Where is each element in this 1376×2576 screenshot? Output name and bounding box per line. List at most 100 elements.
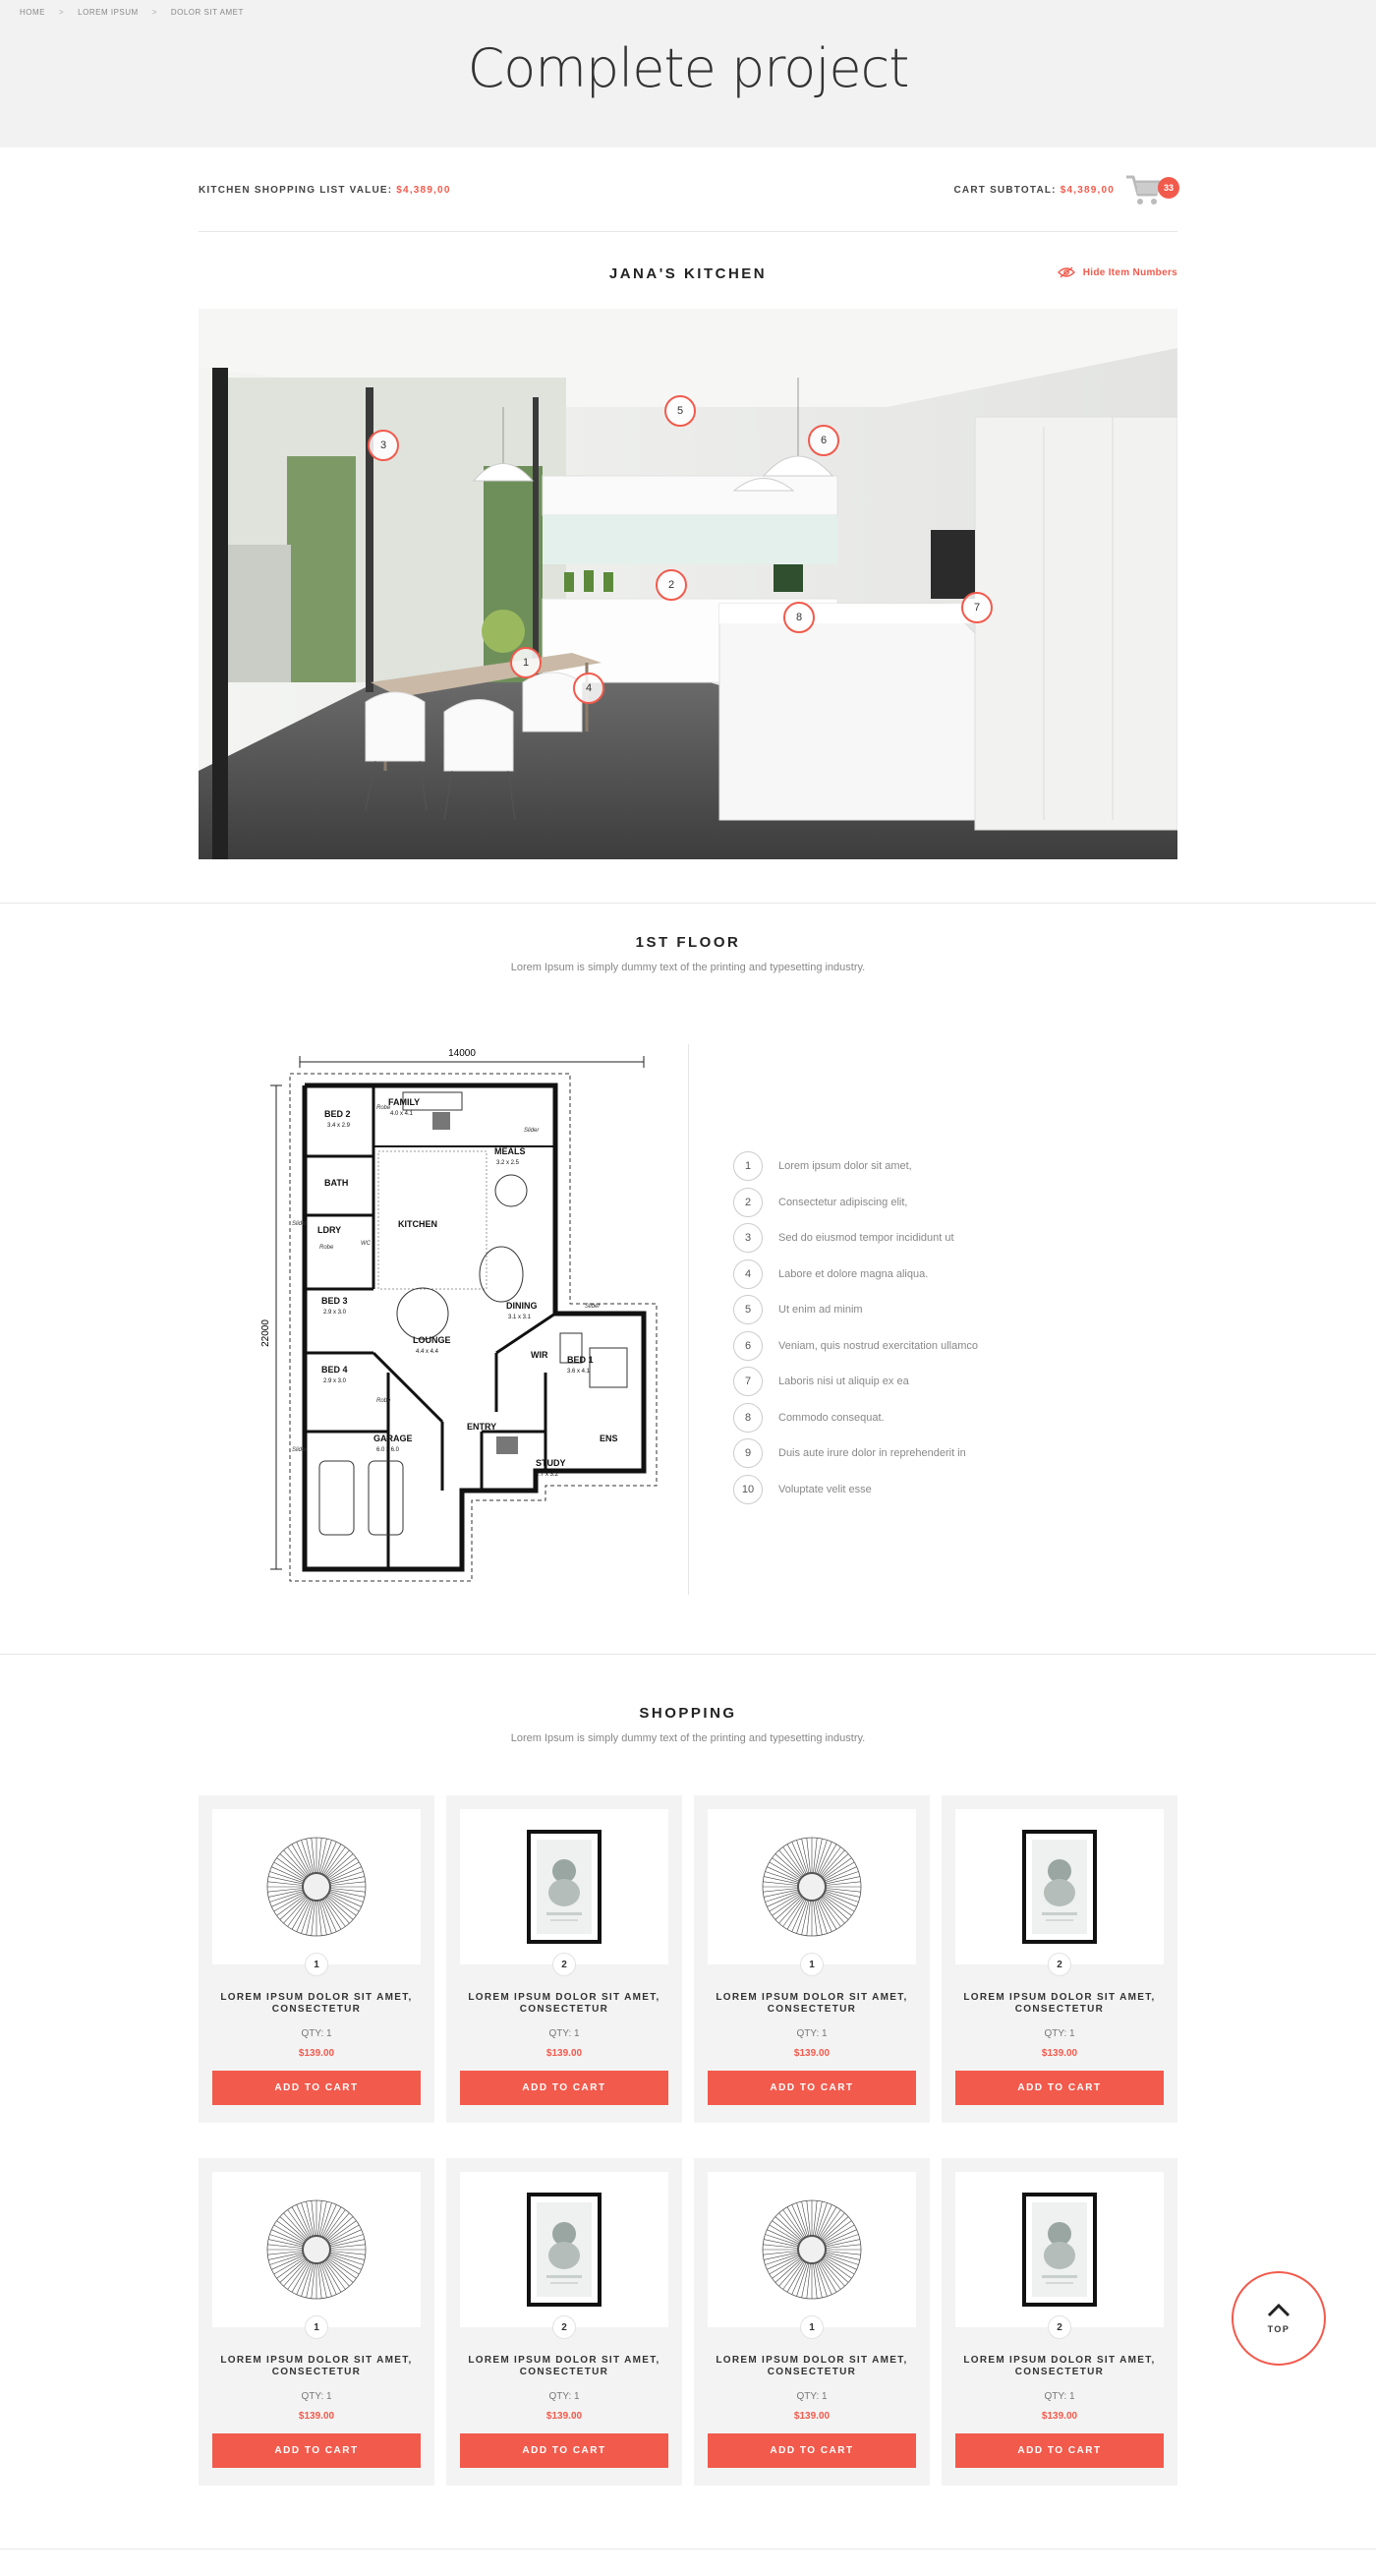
hide-item-numbers-link[interactable]: Hide Item Numbers — [1057, 266, 1177, 278]
hotspot-7[interactable]: 7 — [961, 592, 993, 623]
product-name[interactable]: LOREM IPSUM DOLOR SIT AMET, CONSECTETUR — [708, 2355, 916, 2378]
room-label: WIR — [531, 1350, 548, 1360]
floor-plan: 14000 22000 BED 2 3.4 x 2.9 FAMILY 4.0 x… — [251, 1038, 663, 1589]
plan-note: Robe — [376, 1398, 391, 1404]
shopping-list-value: KITCHEN SHOPPING LIST VALUE: $4,389,00 — [199, 185, 451, 196]
back-to-top-button[interactable]: TOP — [1232, 2271, 1326, 2366]
add-to-cart-button[interactable]: ADD TO CART — [460, 2071, 668, 2105]
shopping-list-label: KITCHEN SHOPPING LIST VALUE: — [199, 185, 393, 196]
legend-item: 7 Laboris nisi ut aliquip ex ea — [733, 1364, 978, 1400]
legend-item: 3 Sed do eiusmod tempor incididunt ut — [733, 1220, 978, 1257]
product-card: 2 LOREM IPSUM DOLOR SIT AMET, CONSECTETUR… — [446, 2158, 682, 2486]
round-mirror-image — [762, 1837, 862, 1937]
hotspot-6[interactable]: 6 — [808, 425, 839, 456]
room-size-label: 4.4 x 4.4 — [416, 1349, 439, 1355]
product-image[interactable] — [212, 2172, 421, 2327]
legend-number: 5 — [733, 1295, 763, 1325]
legend-text: Veniam, quis nostrud exercitation ullamc… — [778, 1339, 978, 1352]
product-name[interactable]: LOREM IPSUM DOLOR SIT AMET, CONSECTETUR — [955, 2355, 1164, 2378]
hotspot-2[interactable]: 2 — [656, 569, 687, 601]
product-quantity: QTY: 1 — [796, 2391, 828, 2402]
legend-text: Duis aute irure dolor in reprehenderit i… — [778, 1447, 966, 1460]
legend-number: 3 — [733, 1223, 763, 1254]
product-price: $139.00 — [793, 2411, 831, 2422]
section-divider — [0, 1654, 1376, 1655]
breadcrumb-separator: > — [151, 8, 157, 17]
product-price: $139.00 — [1041, 2411, 1078, 2422]
product-card: 1 LOREM IPSUM DOLOR SIT AMET, CONSECTETUR… — [199, 2158, 434, 2486]
product-image[interactable] — [955, 1809, 1164, 1964]
floor-plan-drawing: 14000 22000 BED 2 3.4 x 2.9 FAMILY 4.0 x… — [260, 1048, 658, 1582]
product-image[interactable] — [955, 2172, 1164, 2327]
plan-note: Slider — [292, 1221, 308, 1227]
room-size-label: 2.7 x 3.2 — [536, 1472, 559, 1478]
plan-note: Slider — [585, 1304, 601, 1310]
room-label: LOUNGE — [413, 1335, 451, 1345]
product-quantity: QTY: 1 — [548, 2391, 580, 2402]
product-price: $139.00 — [298, 2048, 335, 2059]
section-divider — [0, 2548, 1376, 2549]
add-to-cart-button[interactable]: ADD TO CART — [460, 2433, 668, 2468]
plan-note: Robe — [376, 1105, 391, 1111]
room-label: ENTRY — [467, 1422, 496, 1432]
room-size-label: 2.9 x 3.0 — [323, 1310, 347, 1316]
legend-number: 10 — [733, 1474, 763, 1504]
product-price: $139.00 — [545, 2411, 583, 2422]
product-quantity: QTY: 1 — [301, 2028, 332, 2039]
page-header: HOME > LOREM IPSUM > DOLOR SIT AMET Comp… — [0, 0, 1376, 147]
add-to-cart-button[interactable]: ADD TO CART — [955, 2071, 1164, 2105]
product-image[interactable] — [708, 2172, 916, 2327]
cart-button[interactable]: 33 — [1124, 173, 1179, 212]
legend-item: 4 Labore et dolore magna aliqua. — [733, 1257, 978, 1293]
product-quantity: QTY: 1 — [796, 2028, 828, 2039]
product-name[interactable]: LOREM IPSUM DOLOR SIT AMET, CONSECTETUR — [212, 1992, 421, 2016]
legend-number: 9 — [733, 1438, 763, 1469]
kitchen-photo: 1 2 3 4 5 6 7 8 — [199, 309, 1177, 859]
breadcrumb-home[interactable]: HOME — [20, 8, 45, 17]
product-item-number: 2 — [1048, 2315, 1071, 2339]
cart-subtotal-amount: $4,389,00 — [1060, 185, 1115, 196]
product-name[interactable]: LOREM IPSUM DOLOR SIT AMET, CONSECTETUR — [955, 1992, 1164, 2016]
room-label: FAMILY — [388, 1097, 420, 1107]
room-label: DINING — [506, 1301, 538, 1311]
product-name[interactable]: LOREM IPSUM DOLOR SIT AMET, CONSECTETUR — [708, 1992, 916, 2016]
room-size-label: 2.9 x 3.0 — [323, 1378, 347, 1384]
hotspot-4[interactable]: 4 — [573, 673, 604, 704]
product-quantity: QTY: 1 — [1044, 2028, 1075, 2039]
section-divider — [0, 903, 1376, 904]
hotspot-5[interactable]: 5 — [664, 395, 696, 427]
hotspot-3[interactable]: 3 — [368, 430, 399, 461]
legend-item: 5 Ut enim ad minim — [733, 1292, 978, 1328]
add-to-cart-button[interactable]: ADD TO CART — [708, 2071, 916, 2105]
add-to-cart-button[interactable]: ADD TO CART — [212, 2071, 421, 2105]
legend-text: Laboris nisi ut aliquip ex ea — [778, 1376, 909, 1388]
room-label: STUDY — [536, 1458, 566, 1468]
legend-text: Sed do eiusmod tempor incididunt ut — [778, 1232, 954, 1245]
product-name[interactable]: LOREM IPSUM DOLOR SIT AMET, CONSECTETUR — [460, 1992, 668, 2016]
plan-width-label: 14000 — [448, 1048, 476, 1059]
product-item-number: 2 — [552, 1953, 576, 1976]
product-quantity: QTY: 1 — [1044, 2391, 1075, 2402]
round-mirror-image — [762, 2199, 862, 2300]
product-row: 1 LOREM IPSUM DOLOR SIT AMET, CONSECTETUR… — [199, 1795, 1181, 2123]
room-size-label: 4.0 x 4.1 — [390, 1111, 414, 1117]
product-image[interactable] — [708, 1809, 916, 1964]
product-card: 2 LOREM IPSUM DOLOR SIT AMET, CONSECTETUR… — [942, 2158, 1177, 2486]
product-image[interactable] — [460, 2172, 668, 2327]
product-image[interactable] — [460, 1809, 668, 1964]
floor-legend: 1 Lorem ipsum dolor sit amet, 2 Consectetur… — [733, 1148, 978, 1507]
breadcrumb-lorem[interactable]: LOREM IPSUM — [78, 8, 139, 17]
add-to-cart-button[interactable]: ADD TO CART — [708, 2433, 916, 2468]
product-name[interactable]: LOREM IPSUM DOLOR SIT AMET, CONSECTETUR — [212, 2355, 421, 2378]
add-to-cart-button[interactable]: ADD TO CART — [212, 2433, 421, 2468]
add-to-cart-button[interactable]: ADD TO CART — [955, 2433, 1164, 2468]
product-name[interactable]: LOREM IPSUM DOLOR SIT AMET, CONSECTETUR — [460, 2355, 668, 2378]
hotspot-1[interactable]: 1 — [510, 647, 542, 678]
legend-item: 10 Voluptate velit esse — [733, 1472, 978, 1508]
product-image[interactable] — [212, 1809, 421, 1964]
hotspot-8[interactable]: 8 — [783, 602, 815, 633]
shopping-subtitle: Lorem Ipsum is simply dummy text of the … — [510, 1732, 866, 1744]
plan-note: Slider — [524, 1128, 540, 1134]
legend-number: 7 — [733, 1367, 763, 1397]
legend-item: 1 Lorem ipsum dolor sit amet, — [733, 1148, 978, 1185]
